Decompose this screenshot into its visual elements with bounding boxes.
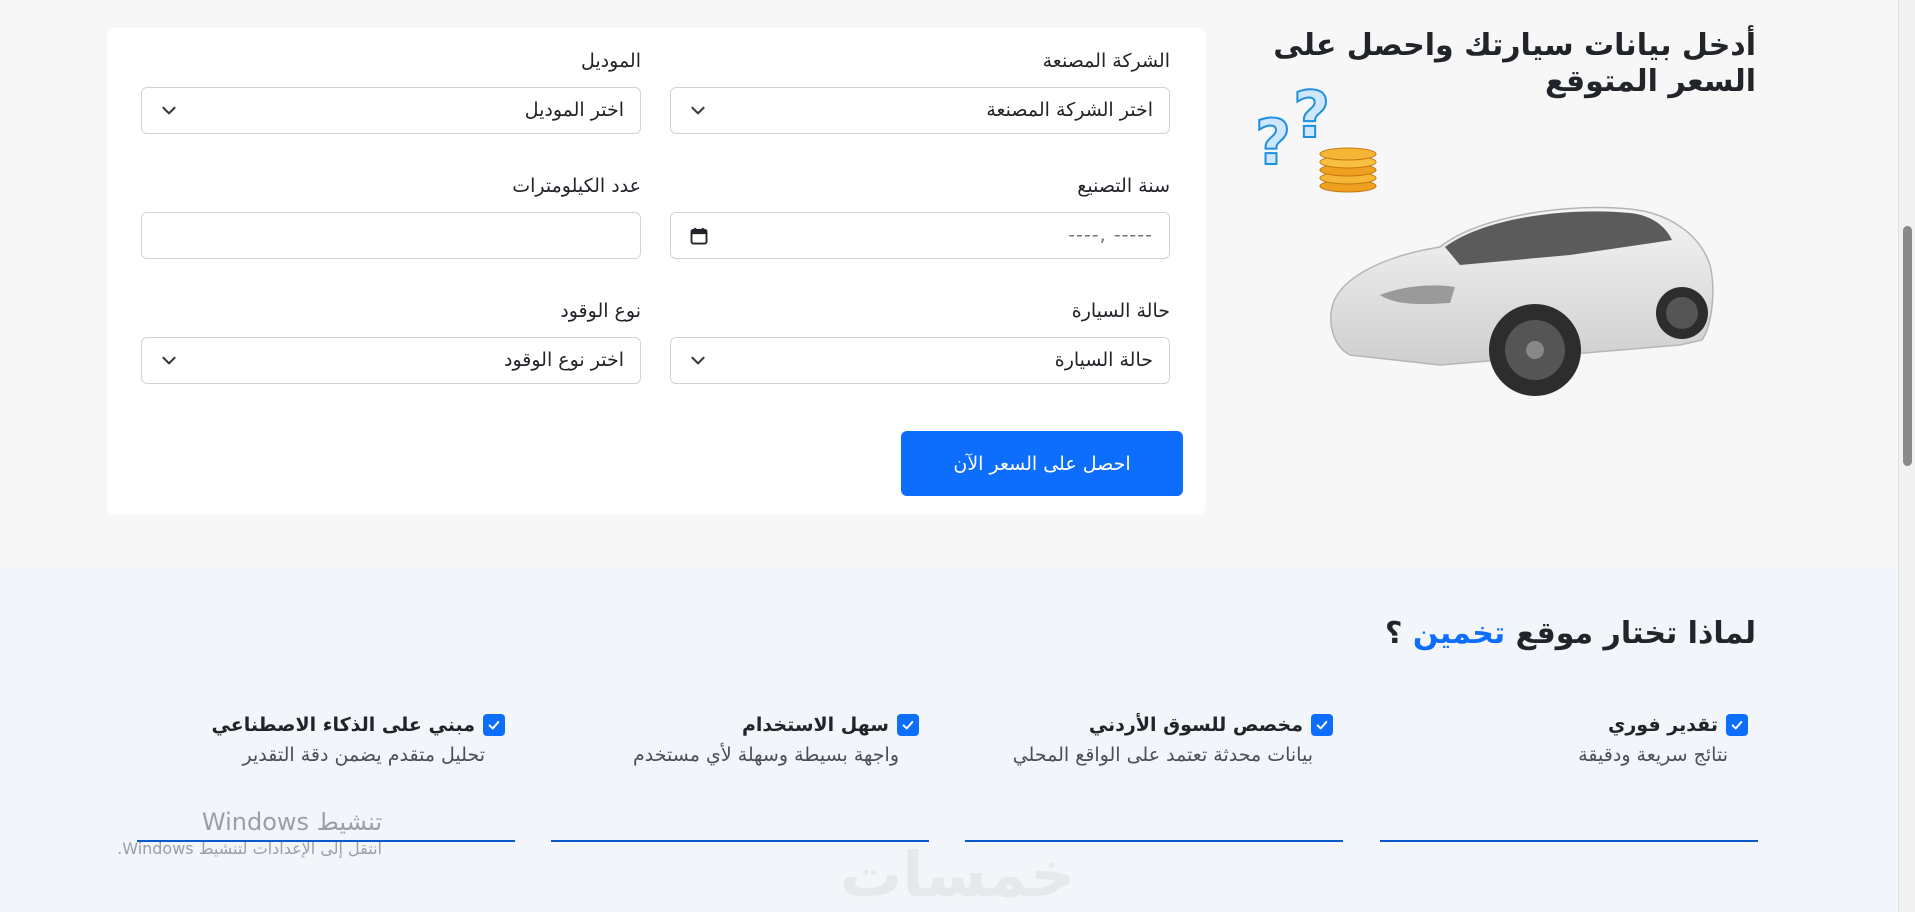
condition-select[interactable]: حالة السيارة [670, 337, 1170, 384]
mileage-input[interactable] [141, 212, 641, 259]
windows-activation-watermark: تنشيط Windows انتقل إلى الإعدادات لتنشيط… [92, 806, 382, 860]
why-title: لماذا تختار موقع تخمين ؟ [1385, 616, 1756, 651]
chevron-down-icon [691, 356, 705, 365]
check-icon [483, 714, 505, 736]
why-title-accent: تخمين [1412, 616, 1506, 651]
fuel-label: نوع الوقود [560, 300, 641, 322]
year-label: سنة التصنيع [1077, 175, 1170, 197]
feature-card: سهل الاستخدام واجهة بسيطة وسهلة لأي مستخ… [551, 714, 929, 842]
mileage-label: عدد الكيلومترات [512, 175, 641, 197]
estimate-section: الشركة المصنعة اختر الشركة المصنعة المود… [0, 0, 1898, 566]
feature-title: سهل الاستخدام [741, 714, 889, 736]
feature-title: مبني على الذكاء الاصطناعي [211, 714, 475, 736]
feature-divider [1380, 840, 1758, 842]
get-price-button[interactable]: احصل على السعر الآن [901, 431, 1183, 496]
windows-activation-title: تنشيط Windows [201, 808, 382, 836]
check-icon [1311, 714, 1333, 736]
condition-label: حالة السيارة [1071, 300, 1170, 322]
year-date-value: ----- ,---- [1068, 224, 1153, 246]
year-date-input[interactable]: ----- ,---- [670, 212, 1170, 259]
question-coins-icon: ? ? [1254, 82, 1377, 193]
feature-desc: تحليل متقدم يضمن دقة التقدير [242, 744, 485, 766]
why-title-suffix: ؟ [1385, 616, 1403, 651]
feature-title: تقدير فوري [1607, 714, 1718, 736]
condition-select-value: حالة السيارة [1054, 349, 1153, 371]
model-label: الموديل [580, 50, 641, 72]
estimate-form-card: الشركة المصنعة اختر الشركة المصنعة المود… [107, 28, 1206, 515]
car-image [1330, 206, 1714, 396]
chevron-down-icon [162, 356, 176, 365]
svg-text:?: ? [1293, 82, 1330, 153]
manufacturer-select-value: اختر الشركة المصنعة [986, 99, 1153, 121]
feature-desc: واجهة بسيطة وسهلة لأي مستخدم [633, 744, 899, 766]
svg-text:?: ? [1255, 106, 1291, 179]
windows-activation-sub: انتقل إلى الإعدادات لتنشيط Windows. [117, 839, 382, 858]
chevron-down-icon [162, 106, 176, 115]
site-logo-watermark: خمسات [840, 838, 1075, 911]
manufacturer-select[interactable]: اختر الشركة المصنعة [670, 87, 1170, 134]
model-select[interactable]: اختر الموديل [141, 87, 641, 134]
scrollbar-thumb[interactable] [1903, 226, 1912, 466]
vertical-scrollbar[interactable] [1898, 0, 1915, 912]
feature-card: مخصص للسوق الأردني بيانات محدثة تعتمد عل… [965, 714, 1343, 842]
model-select-value: اختر الموديل [524, 99, 624, 121]
fuel-select[interactable]: اختر نوع الوقود [141, 337, 641, 384]
feature-card: تقدير فوري نتائج سريعة ودقيقة [1380, 714, 1758, 842]
manufacturer-label: الشركة المصنعة [1042, 50, 1170, 72]
page: الشركة المصنعة اختر الشركة المصنعة المود… [0, 0, 1898, 912]
feature-desc: نتائج سريعة ودقيقة [1578, 744, 1728, 766]
chevron-down-icon [691, 106, 705, 115]
check-icon [1726, 714, 1748, 736]
feature-title: مخصص للسوق الأردني [1088, 714, 1303, 736]
why-title-prefix: لماذا تختار موقع [1515, 616, 1756, 651]
check-icon [897, 714, 919, 736]
calendar-icon[interactable] [689, 226, 709, 246]
fuel-select-value: اختر نوع الوقود [503, 349, 624, 371]
feature-desc: بيانات محدثة تعتمد على الواقع المحلي [1012, 744, 1313, 766]
